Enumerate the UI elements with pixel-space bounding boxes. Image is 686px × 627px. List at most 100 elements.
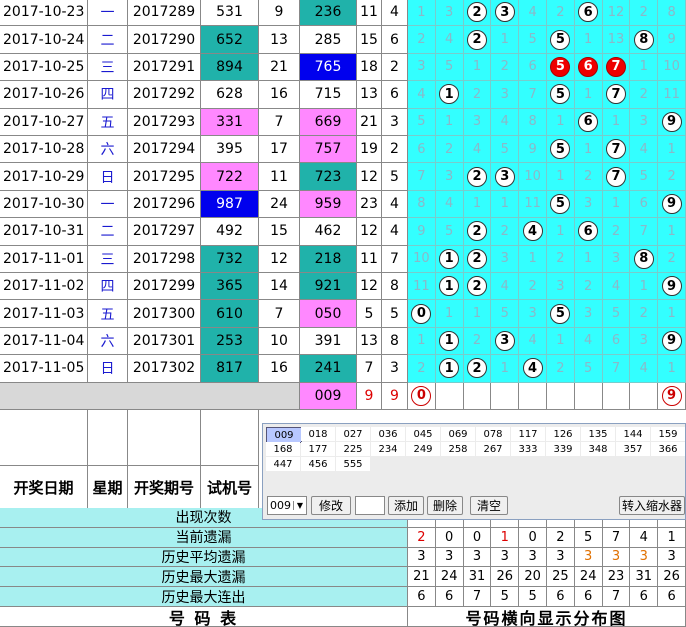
number-chip[interactable]: 126 [546,427,580,441]
number-ball: 5 [550,84,571,105]
number-chip[interactable]: 117 [511,427,545,441]
cell-issue: 2017296 [128,190,201,219]
number-chip[interactable]: 447 [266,457,300,471]
stat-value: 3 [408,547,436,568]
dist-cell: 1 [658,355,686,383]
forecast-blank [0,382,300,410]
dist-cell: 5 [491,300,520,328]
number-chip[interactable]: 168 [266,442,300,456]
number-ball: 2 [466,166,487,187]
number-ball: 2 [466,221,487,242]
forecast-dist-cell [435,382,464,410]
number-ball: 3 [494,166,515,187]
number-ball: 7 [605,166,626,187]
dist-cell: 2 [463,26,492,54]
dist-cell: 2 [658,163,686,191]
header-weekday: 星期 [88,466,128,510]
cell-date: 2017-10-29 [0,163,88,191]
forecast-dist-cell [519,382,547,410]
number-chip[interactable]: 348 [581,442,615,456]
number-chip[interactable]: 249 [406,442,440,456]
number-chip[interactable]: 018 [301,427,335,441]
number-chip[interactable]: 366 [651,442,685,456]
dist-cell: 8 [408,190,436,219]
number-chip[interactable]: 078 [476,427,510,441]
number-chip[interactable]: 069 [441,427,475,441]
cell-weekday: 三 [88,245,128,273]
dist-cell: 1 [491,26,520,54]
number-chip[interactable]: 009 [266,427,302,443]
number-select[interactable]: 009 ▼ [267,496,307,515]
cell-trial: 610 [201,300,259,328]
dist-cell: 1 [435,245,464,273]
stat-value: 3 [574,547,603,568]
cell-date: 2017-11-04 [0,327,88,356]
dist-cell: 1 [658,136,686,164]
dist-cell: 8 [658,0,686,27]
dist-cell: 12 [602,0,631,27]
cell-weekday: 日 [88,163,128,191]
dist-cell: 2 [491,53,520,82]
forecast-dist-cell: 0 [408,382,436,410]
number-chip[interactable]: 027 [336,427,370,441]
number-ball: 2 [466,358,487,379]
number-ball: 7 [605,84,626,105]
dist-cell: 10 [408,245,436,273]
stat-value: 20 [519,567,547,588]
dist-cell: 6 [519,53,547,82]
stat-value: 3 [519,547,547,568]
delete-button[interactable]: 删除 [427,496,463,515]
number-chip[interactable]: 333 [511,442,545,456]
dist-cell: 3 [519,300,547,328]
number-chip[interactable]: 555 [336,457,370,471]
number-chip[interactable]: 357 [616,442,650,456]
number-chip[interactable]: 258 [441,442,475,456]
number-chip[interactable]: 267 [476,442,510,456]
cell-sum: 12 [357,218,382,246]
stat-value: 1 [491,527,520,548]
dist-cell: 5 [547,53,575,82]
number-chip[interactable]: 036 [371,427,405,441]
stat-value: 2 [408,527,436,548]
dist-cell: 7 [602,81,631,109]
dist-cell: 2 [547,0,575,27]
dist-cell: 9 [519,136,547,164]
cell-weekday: 六 [88,327,128,356]
footer-right: 号码横向显示分布图 [408,607,686,627]
number-ball: 1 [439,248,460,269]
dist-cell: 1 [547,163,575,191]
stat-value: 3 [602,547,631,568]
dist-cell: 1 [408,327,436,356]
shrink-button[interactable]: 转入缩水器 [619,496,685,515]
number-chip[interactable]: 177 [301,442,335,456]
clear-button[interactable]: 清空 [470,496,508,515]
header-issue: 开奖期号 [128,466,201,510]
cell-k: 2 [382,136,408,164]
number-chip[interactable]: 339 [546,442,580,456]
number-chip[interactable]: 225 [336,442,370,456]
cell-date: 2017-10-26 [0,81,88,109]
dist-cell: 5 [435,218,464,246]
dist-cell: 2 [463,355,492,383]
dist-cell: 1 [547,108,575,136]
number-chip[interactable]: 456 [301,457,335,471]
number-input[interactable] [355,496,385,515]
number-ball: 9 [661,193,682,214]
chevron-down-icon[interactable]: ▼ [292,501,306,510]
number-chip[interactable]: 159 [651,427,685,441]
number-chip[interactable]: 234 [371,442,405,456]
number-chip[interactable]: 135 [581,427,615,441]
forecast-dist-cell [547,382,575,410]
number-ball: 2 [466,248,487,269]
dist-cell: 11 [658,81,686,109]
number-select-value: 009 [270,499,291,512]
footer-left: 号 码 表 [0,607,408,627]
number-chip[interactable]: 144 [616,427,650,441]
number-chip[interactable]: 045 [406,427,440,441]
number-ball: 4 [522,221,543,242]
modify-button[interactable]: 修改 [311,496,351,515]
add-button[interactable]: 添加 [388,496,424,515]
dist-cell: 1 [435,300,464,328]
dist-cell: 2 [463,327,492,356]
dist-cell: 5 [547,136,575,164]
